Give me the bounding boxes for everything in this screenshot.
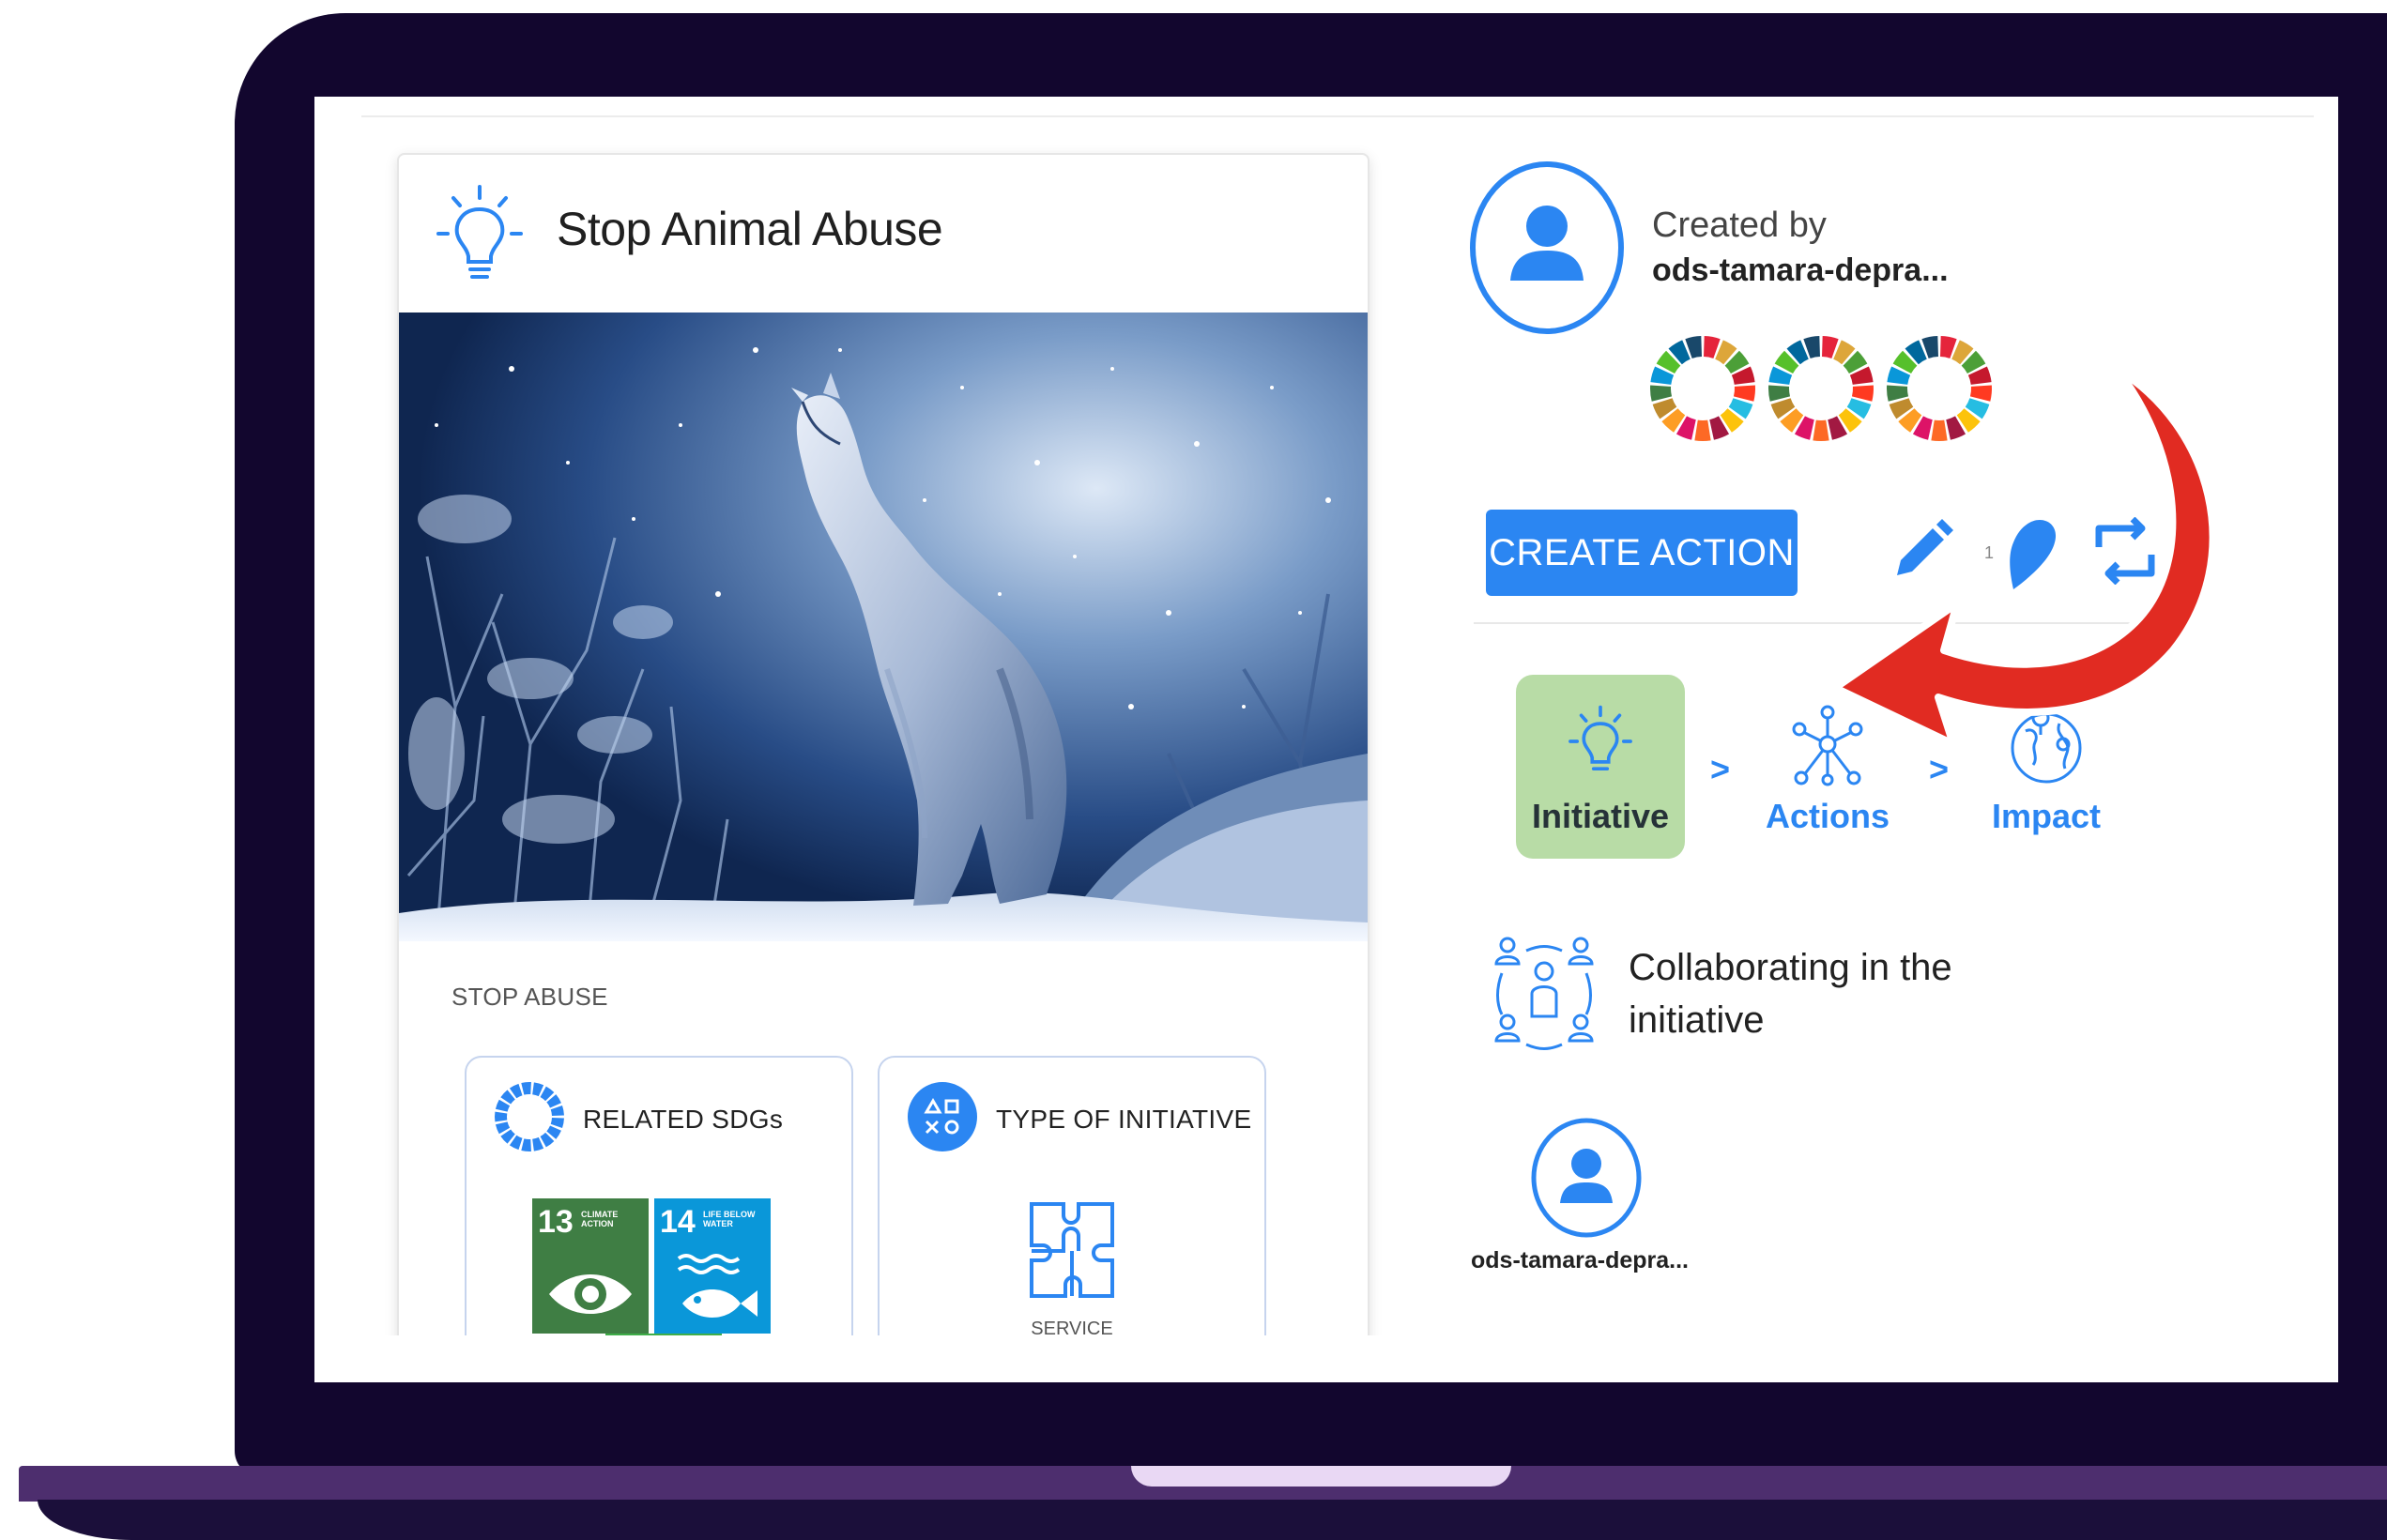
heart-like-icon[interactable] [1993,516,2058,593]
sdg-14-tile[interactable]: 14 LIFE BELOW WATER [654,1198,771,1334]
sdg-wheel-segment [550,1117,564,1128]
globe-impact-icon [2011,709,2082,784]
initiative-title: Stop Animal Abuse [557,203,943,255]
initiative-card-header: Stop Animal Abuse [399,155,1368,311]
sdg-wheel-segment [1768,385,1791,402]
member-name[interactable]: ods-tamara-depra... [1471,1247,1689,1274]
type-of-initiative-box: TYPE OF INITIATIVE SERVICE [878,1056,1266,1382]
pencil-edit-icon[interactable] [1888,517,1955,585]
step-separator: > [1710,750,1731,788]
actions-divider [1474,622,2173,624]
step-impact[interactable]: Impact [1962,675,2131,859]
sdg-wheel-segment [1813,419,1829,441]
eye-globe-icon [549,1274,632,1314]
sdg-wheel-segment [1887,385,1909,402]
sdg-wheel-segment [521,1138,531,1151]
creator-name[interactable]: ods-tamara-depra... [1652,252,1949,289]
type-of-initiative-label: TYPE OF INITIATIVE [996,1105,1252,1134]
sdg-wheel-segment [521,1082,531,1095]
member-avatar[interactable] [1530,1117,1643,1239]
step-initiative-label: Initiative [1531,797,1670,835]
screen-bottom-edge [314,1335,2338,1382]
step-separator: > [1929,750,1950,788]
sdg-13-tile[interactable]: 13 CLIMATE ACTION [532,1198,649,1334]
header-divider [361,115,2314,117]
laptop-screen: Stop Animal Abuse STOP ABUSE RELATED SDG… [314,97,2338,1382]
lightbulb-icon [436,185,523,279]
puzzle-icon [1030,1202,1114,1298]
sdg-wheel-icon [1650,336,1755,441]
lightbulb-icon [1568,705,1632,770]
created-by-label: Created by [1652,206,1827,245]
network-nodes-icon [1792,705,1863,786]
laptop-notch [1131,1466,1511,1487]
related-sdgs-box: RELATED SDGs 13 CLIMATE ACTION 14 LIFE B… [465,1056,853,1382]
sdg-wheel-segment [1931,419,1948,441]
fish-icon [677,1254,757,1318]
sdg-wheel-segment [1733,385,1755,402]
sdg-wheel-segment [495,1111,508,1122]
sdg-13-number: 13 [538,1204,574,1240]
sdg-wheel-segment [1851,385,1874,402]
sdg-14-number: 14 [660,1204,696,1240]
sdg-wheel-segment [1650,385,1673,402]
create-action-button[interactable]: CREATE ACTION [1486,510,1798,596]
related-sdgs-label: RELATED SDGs [583,1105,784,1134]
sdg-wheel-segment [1694,419,1711,441]
sdg-14-caption: LIFE BELOW WATER [703,1210,756,1228]
step-actions-label: Actions [1765,797,1890,835]
sdg-wheel-icon [1768,336,1874,441]
initiative-subtitle: STOP ABUSE [451,983,608,1011]
creator-avatar[interactable] [1469,160,1625,335]
sdg-wheel-icon [1887,336,1992,441]
step-impact-label: Impact [1991,797,2102,835]
sdg-13-caption: CLIMATE ACTION [581,1210,619,1228]
initiative-card: Stop Animal Abuse STOP ABUSE RELATED SDG… [397,153,1369,1382]
sdg-wheel-segment [1969,385,1992,402]
laptop-base-shadow [38,1500,2387,1540]
sdg-wheel-segment [550,1105,564,1117]
initiative-hero-image [399,313,1368,941]
step-actions[interactable]: Actions [1743,675,1912,859]
shapes-category-icon [908,1082,977,1151]
repost-icon[interactable] [2088,517,2163,585]
collaborators-icon [1494,937,1594,1050]
step-initiative[interactable]: Initiative [1516,675,1685,859]
collaborating-heading: Collaborating in the initiative [1629,947,1952,1041]
sdg-wheel-icon [495,1082,564,1151]
